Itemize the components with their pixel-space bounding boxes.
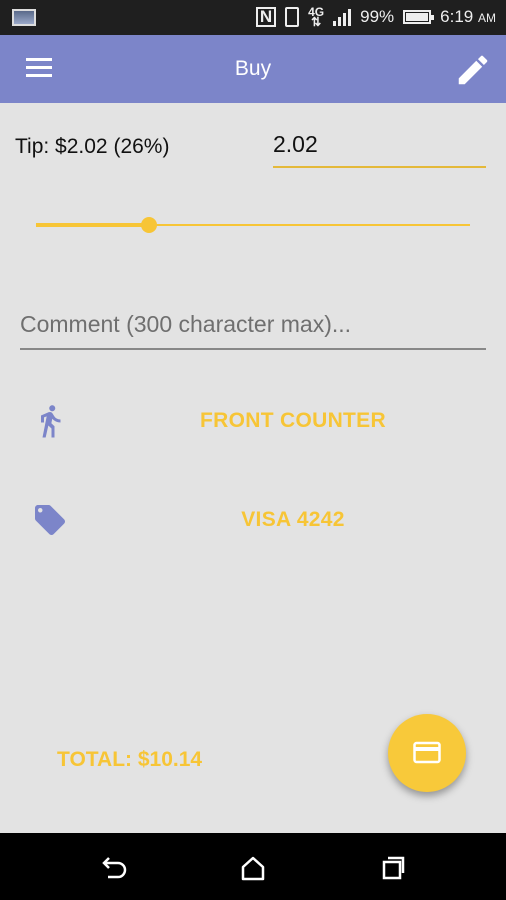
recents-icon[interactable] [376, 851, 410, 885]
tip-label: Tip: $2.02 (26%) [15, 135, 170, 158]
back-icon[interactable] [96, 851, 130, 885]
credit-card-icon [413, 741, 441, 764]
battery-percent: 99% [360, 7, 395, 26]
pickup-location-label: FRONT COUNTER [200, 409, 386, 432]
status-bar: N 4G ⇅ 99% 6:19 AM [0, 0, 506, 35]
battery-icon [403, 10, 435, 24]
pickup-location-row[interactable]: FRONT COUNTER [0, 391, 506, 451]
page-title: Buy [234, 57, 272, 80]
nfc-icon: N [255, 7, 277, 27]
navigation-bar [0, 833, 506, 900]
vibrate-icon [285, 7, 300, 27]
total-label: TOTAL: $10.14 [57, 748, 203, 771]
signal-icon [333, 8, 352, 26]
status-icons: N 4G ⇅ 99% 6:19 AM [255, 5, 496, 29]
tip-slider[interactable] [36, 212, 470, 238]
home-icon[interactable] [236, 851, 270, 885]
clock-time: 6:19 [440, 7, 474, 26]
network-4g-icon: 4G ⇅ [308, 5, 325, 29]
clock: 6:19 AM [440, 7, 496, 27]
tag-icon [32, 502, 68, 538]
gallery-icon [12, 9, 36, 26]
network-label: 4G [308, 5, 325, 19]
app-bar: Buy [0, 35, 506, 103]
payment-method-row[interactable]: VISA 4242 [0, 490, 506, 550]
tip-amount-input[interactable] [273, 122, 486, 168]
slider-fill [36, 223, 149, 227]
walking-person-icon [32, 403, 68, 439]
payment-method-label: VISA 4242 [241, 508, 345, 531]
pay-button[interactable] [388, 714, 466, 792]
comment-input[interactable] [20, 300, 486, 350]
edit-icon[interactable] [454, 51, 492, 89]
slider-thumb[interactable] [140, 217, 157, 233]
clock-ampm: AM [478, 11, 496, 25]
